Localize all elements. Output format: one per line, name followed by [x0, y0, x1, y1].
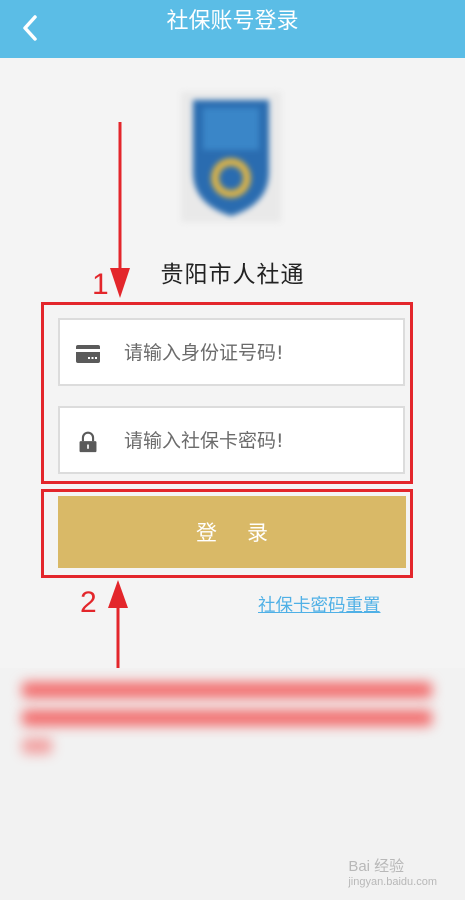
id-number-input[interactable] — [122, 320, 396, 386]
annotation-arrow-up — [108, 580, 128, 670]
card-password-input[interactable] — [122, 408, 396, 474]
page-title: 社保账号登录 — [166, 9, 299, 34]
app-logo — [181, 92, 281, 222]
id-number-field[interactable] — [58, 318, 405, 386]
card-password-field[interactable] — [58, 406, 405, 474]
password-reset-link[interactable]: 社保卡密码重置 — [258, 592, 381, 617]
app-name: 贵阳市人社通 — [160, 262, 305, 288]
login-button[interactable]: 登录 — [58, 496, 406, 568]
watermark-subtext: jingyan.baidu.com — [348, 876, 437, 888]
lock-icon — [79, 431, 97, 453]
baidu-watermark: Bai 经验 jingyan.baidu.com — [348, 855, 437, 888]
id-card-icon — [76, 345, 100, 363]
watermark-text: Bai 经验 — [348, 858, 405, 875]
top-bar: 社保账号登录 — [0, 0, 465, 58]
annotation-label-1: 1 — [92, 268, 109, 301]
annotation-label-2: 2 — [80, 586, 97, 619]
